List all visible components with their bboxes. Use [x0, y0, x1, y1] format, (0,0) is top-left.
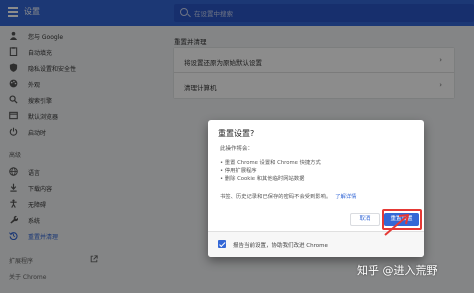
dialog-note: 书签、历史记录和已保存的密码不会受到影响。 了解详情	[220, 194, 357, 200]
dialog-title: 重置设置?	[218, 129, 255, 138]
dialog-bullet: • 删除 Cookie 和其他临时网站数据	[220, 176, 305, 182]
report-settings-label: 报告当前设置，协助我们改进 Chrome	[233, 243, 328, 249]
watermark: 知乎 @进入荒野	[357, 264, 438, 277]
annotation-arrow-icon	[384, 213, 410, 236]
dialog-intro: 此操作将会：	[220, 146, 254, 152]
report-settings-checkbox[interactable]	[218, 240, 226, 248]
dialog-bullet: • 重置 Chrome 设置和 Chrome 快捷方式	[220, 160, 321, 166]
dialog-bullet: • 停用扩展程序	[220, 168, 257, 174]
cancel-button[interactable]: 取消	[350, 213, 380, 226]
learn-more-link[interactable]: 了解详情	[335, 194, 356, 200]
